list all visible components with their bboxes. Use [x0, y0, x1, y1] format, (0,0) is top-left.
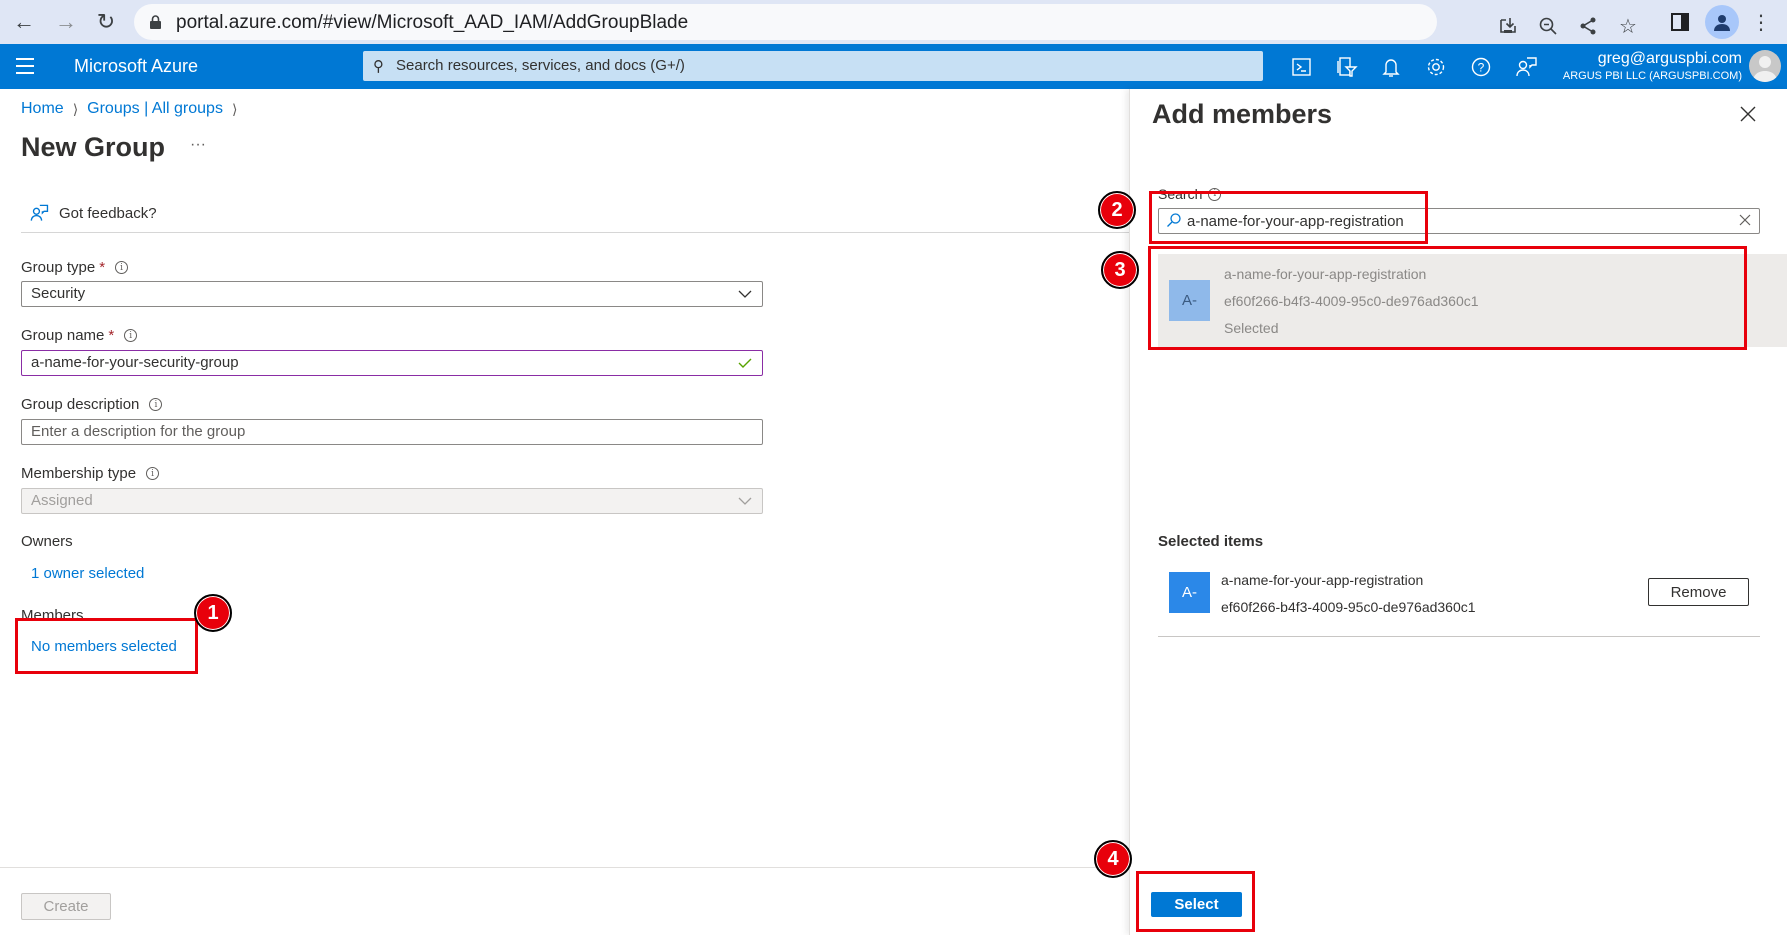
- feedback-button[interactable]: Got feedback?: [28, 202, 157, 224]
- label-text: Group type: [21, 259, 96, 276]
- select-button[interactable]: Select: [1151, 892, 1242, 917]
- membership-type-select[interactable]: Assigned: [21, 488, 763, 514]
- search-result-item[interactable]: A- a-name-for-your-app-registration ef60…: [1158, 254, 1787, 347]
- back-icon[interactable]: ←: [10, 8, 38, 36]
- lock-icon: [150, 15, 161, 29]
- search-value: a-name-for-your-app-registration: [1187, 213, 1404, 230]
- selected-items-heading: Selected items: [1158, 533, 1264, 550]
- global-search-placeholder: Search resources, services, and docs (G+…: [396, 57, 685, 74]
- members-link[interactable]: No members selected: [31, 638, 177, 655]
- page-title: New Group: [21, 132, 166, 162]
- feedback-icon: [30, 204, 49, 221]
- group-name-value: a-name-for-your-security-group: [31, 354, 239, 371]
- chevron-down-icon: [738, 290, 752, 298]
- directory-filter-icon[interactable]: [1334, 54, 1360, 80]
- global-search-input[interactable]: ⚲ Search resources, services, and docs (…: [363, 51, 1263, 81]
- search-icon: [1167, 213, 1181, 227]
- install-icon[interactable]: [1494, 12, 1522, 40]
- result-id: ef60f266-b4f3-4009-95c0-de976ad360c1: [1224, 293, 1479, 309]
- group-name-input[interactable]: a-name-for-your-security-group: [21, 350, 763, 376]
- breadcrumb-home[interactable]: Home: [21, 100, 64, 118]
- members-label: Members: [21, 607, 84, 624]
- required-marker: *: [99, 259, 106, 276]
- breadcrumb: Home ⟩ Groups | All groups ⟩: [21, 100, 237, 118]
- help-icon[interactable]: ?: [1468, 54, 1494, 80]
- create-button[interactable]: Create: [21, 893, 111, 920]
- group-type-select[interactable]: Security: [21, 281, 763, 307]
- info-icon[interactable]: i: [149, 398, 163, 411]
- chevron-down-icon: [738, 497, 752, 505]
- svg-text:?: ?: [1478, 61, 1485, 75]
- group-description-input[interactable]: Enter a description for the group: [21, 419, 763, 445]
- url-text[interactable]: portal.azure.com/#view/Microsoft_AAD_IAM…: [176, 12, 688, 34]
- search-icon: ⚲: [373, 58, 384, 75]
- annotation-badge-1: 1: [194, 594, 232, 632]
- forward-icon[interactable]: →: [52, 8, 80, 36]
- label-text: Owners: [21, 533, 73, 550]
- share-icon[interactable]: [1574, 12, 1602, 40]
- side-panel-icon[interactable]: [1666, 8, 1694, 36]
- remove-button[interactable]: Remove: [1648, 578, 1749, 606]
- result-name: a-name-for-your-app-registration: [1224, 266, 1427, 282]
- group-type-value: Security: [31, 285, 86, 302]
- annotation-badge-3: 3: [1101, 251, 1139, 289]
- user-email[interactable]: greg@arguspbi.com: [1598, 50, 1742, 68]
- add-members-blade: Add members Search i a-name-for-your-app…: [1129, 89, 1787, 935]
- result-status: Selected: [1224, 320, 1279, 336]
- chevron-right-icon: ⟩: [72, 100, 79, 117]
- blade-title: Add members: [1152, 99, 1333, 129]
- browser-toolbar: ← → ↻ portal.azure.com/#view/Microsoft_A…: [0, 0, 1787, 44]
- group-description-label: Group description i: [21, 396, 163, 413]
- result-avatar: A-: [1169, 280, 1210, 321]
- info-icon[interactable]: i: [146, 467, 160, 480]
- label-text: Search: [1158, 186, 1203, 202]
- owners-label: Owners: [21, 533, 73, 550]
- selected-name: a-name-for-your-app-registration: [1221, 572, 1424, 588]
- address-bar[interactable]: portal.azure.com/#view/Microsoft_AAD_IAM…: [134, 4, 1637, 40]
- more-options-button[interactable]: ···: [190, 136, 206, 154]
- hamburger-menu-icon[interactable]: [16, 58, 34, 74]
- annotation-badge-4: 4: [1094, 840, 1132, 878]
- search-label: Search i: [1158, 186, 1222, 202]
- group-name-label: Group name * i: [21, 327, 138, 344]
- settings-icon[interactable]: [1423, 54, 1449, 80]
- owners-link[interactable]: 1 owner selected: [31, 565, 144, 582]
- group-description-placeholder: Enter a description for the group: [31, 423, 246, 440]
- notifications-icon[interactable]: [1378, 54, 1404, 80]
- brand-name[interactable]: Microsoft Azure: [74, 56, 198, 77]
- membership-type-value: Assigned: [31, 492, 93, 509]
- info-icon[interactable]: i: [124, 329, 138, 342]
- user-directory[interactable]: ARGUS PBI LLC (ARGUSPBI.COM): [1563, 70, 1742, 82]
- label-text: Group description: [21, 396, 140, 413]
- selected-avatar: A-: [1169, 572, 1210, 613]
- divider: [21, 232, 1129, 233]
- profile-icon[interactable]: [1705, 5, 1739, 39]
- label-text: Group name: [21, 327, 105, 344]
- member-search-input[interactable]: a-name-for-your-app-registration: [1158, 208, 1760, 234]
- feedback-icon[interactable]: [1513, 54, 1539, 80]
- clear-icon[interactable]: [1739, 214, 1751, 226]
- selected-id: ef60f266-b4f3-4009-95c0-de976ad360c1: [1221, 599, 1476, 615]
- membership-type-label: Membership type i: [21, 465, 160, 482]
- user-avatar[interactable]: [1749, 50, 1781, 82]
- more-vert-icon[interactable]: ⋮: [1747, 8, 1775, 36]
- azure-top-bar: Microsoft Azure ⚲ Search resources, serv…: [0, 44, 1787, 89]
- checkmark-icon: [738, 358, 752, 368]
- label-text: Membership type: [21, 465, 137, 482]
- feedback-label: Got feedback?: [59, 204, 157, 222]
- chevron-right-icon: ⟩: [231, 100, 238, 117]
- zoom-out-icon[interactable]: [1534, 12, 1562, 40]
- required-marker: *: [108, 327, 115, 344]
- label-text: Members: [21, 607, 84, 624]
- selected-item: A- a-name-for-your-app-registration ef60…: [1158, 572, 1760, 637]
- annotation-badge-2: 2: [1098, 191, 1136, 229]
- breadcrumb-groups[interactable]: Groups | All groups: [87, 100, 223, 118]
- cloud-shell-icon[interactable]: [1289, 54, 1315, 80]
- group-type-label: Group type * i: [21, 259, 129, 276]
- info-icon[interactable]: i: [115, 261, 129, 274]
- bookmark-star-icon[interactable]: ☆: [1614, 12, 1642, 40]
- reload-icon[interactable]: ↻: [92, 8, 120, 36]
- info-icon[interactable]: i: [1208, 187, 1222, 201]
- close-icon[interactable]: [1739, 105, 1757, 123]
